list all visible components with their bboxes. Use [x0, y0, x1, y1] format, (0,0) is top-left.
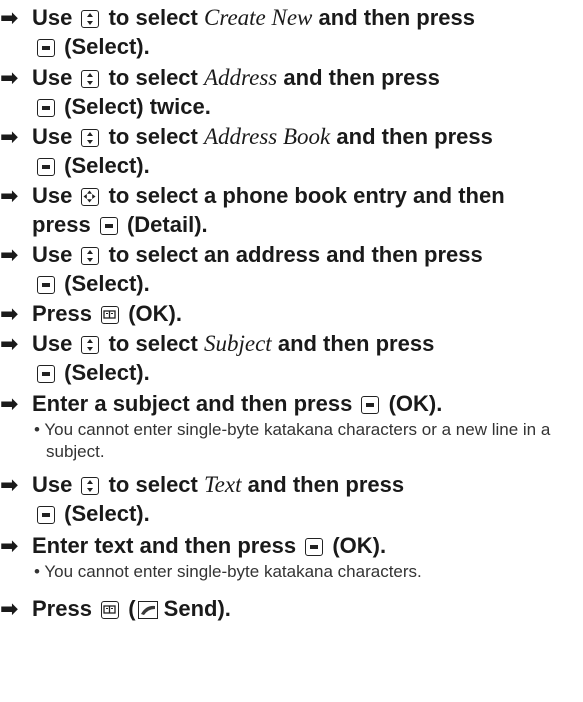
step-text: (Select). [64, 360, 150, 385]
step-text: (Select) twice. [64, 94, 211, 119]
step-note: • You cannot enter single-byte katakana … [32, 419, 583, 463]
step-text: Use [32, 183, 73, 208]
step-text: Use [32, 242, 73, 267]
book-key-icon [101, 306, 120, 324]
menu-item-name: Create New [204, 5, 313, 30]
step-text: press [32, 212, 91, 237]
step-11: ➡ Press ( Send). [0, 594, 583, 623]
step-note: • You cannot enter single-byte katakana … [32, 561, 583, 583]
note-text: You cannot enter single-byte katakana ch… [44, 562, 422, 581]
updown-key-icon [81, 129, 100, 147]
step-3: ➡ Use to select Address Book and then pr… [0, 122, 583, 180]
select-key-icon [37, 506, 55, 524]
arrow-icon: ➡ [0, 472, 19, 497]
step-text: Enter text and then press [32, 533, 297, 558]
select-key-icon [99, 217, 118, 235]
step-text: (OK). [332, 533, 387, 558]
select-key-icon [37, 99, 55, 117]
step-text: (OK). [128, 301, 182, 326]
step-text: to select an address and then press [108, 242, 483, 267]
step-text: Use [32, 472, 73, 497]
step-text: to select [108, 65, 198, 90]
step-text: Use [32, 124, 73, 149]
instruction-steps: ➡ Use to select Create New and then pres… [0, 0, 583, 702]
select-key-icon [37, 39, 55, 57]
arrow-icon: ➡ [0, 5, 19, 30]
step-10: ➡ Enter text and then press (OK). • You … [0, 531, 583, 583]
bullet: • [34, 562, 40, 581]
step-text: Enter a subject and then press [32, 391, 353, 416]
menu-item-name: Address Book [204, 124, 331, 149]
select-key-icon [37, 158, 55, 176]
select-key-icon [305, 538, 324, 556]
send-phone-icon [137, 597, 158, 626]
step-text: Use [32, 5, 73, 30]
step-2: ➡ Use to select Address and then press (… [0, 63, 583, 121]
updown-key-icon [81, 247, 100, 265]
menu-item-name: Address [204, 65, 278, 90]
step-5: ➡ Use to select an address and then pres… [0, 240, 583, 298]
step-text: Send). [163, 596, 231, 621]
dpad-key-icon [81, 188, 100, 206]
paren-open: ( [128, 596, 136, 621]
arrow-icon: ➡ [0, 65, 19, 90]
step-text: and then press [318, 5, 475, 30]
step-text: Use [32, 65, 73, 90]
step-7: ➡ Use to select Subject and then press (… [0, 329, 583, 387]
updown-key-icon [81, 70, 100, 88]
step-text: to select a phone book entry and then [108, 183, 505, 208]
menu-item-name: Text [204, 472, 242, 497]
step-text: (Select). [64, 501, 150, 526]
updown-key-icon [81, 477, 100, 495]
arrow-icon: ➡ [0, 596, 19, 621]
step-text: and then press [283, 65, 440, 90]
arrow-icon: ➡ [0, 391, 19, 416]
step-text: Press [32, 596, 92, 621]
step-text: (Detail). [126, 212, 208, 237]
menu-item-name: Subject [204, 331, 272, 356]
step-text: and then press [336, 124, 493, 149]
step-text: to select [108, 331, 198, 356]
step-text: to select [108, 472, 198, 497]
step-text: Use [32, 331, 73, 356]
step-text: to select [108, 124, 198, 149]
step-text: (OK). [388, 391, 443, 416]
arrow-icon: ➡ [0, 533, 19, 558]
select-key-icon [361, 396, 380, 414]
step-text: to select [108, 5, 198, 30]
book-key-icon [101, 601, 120, 619]
step-4: ➡ Use to select a phone book entry and t… [0, 181, 583, 239]
select-key-icon [37, 276, 55, 294]
note-text: You cannot enter single-byte katakana ch… [44, 420, 551, 461]
updown-key-icon [81, 336, 100, 354]
arrow-icon: ➡ [0, 331, 19, 356]
step-8: ➡ Enter a subject and then press (OK). •… [0, 389, 583, 463]
arrow-icon: ➡ [0, 242, 19, 267]
step-1: ➡ Use to select Create New and then pres… [0, 3, 583, 61]
arrow-icon: ➡ [0, 301, 19, 326]
step-text: and then press [277, 331, 435, 356]
select-key-icon [37, 365, 55, 383]
step-6: ➡ Press (OK). [0, 299, 583, 328]
step-9: ➡ Use to select Text and then press (Sel… [0, 470, 583, 528]
step-text: and then press [247, 472, 405, 497]
arrow-icon: ➡ [0, 183, 19, 208]
step-text: (Select). [64, 271, 150, 296]
step-text: (Select). [64, 153, 150, 178]
updown-key-icon [81, 10, 100, 28]
step-text: (Select). [64, 34, 150, 59]
step-text: Press [32, 301, 92, 326]
arrow-icon: ➡ [0, 124, 19, 149]
bullet: • [34, 420, 40, 439]
